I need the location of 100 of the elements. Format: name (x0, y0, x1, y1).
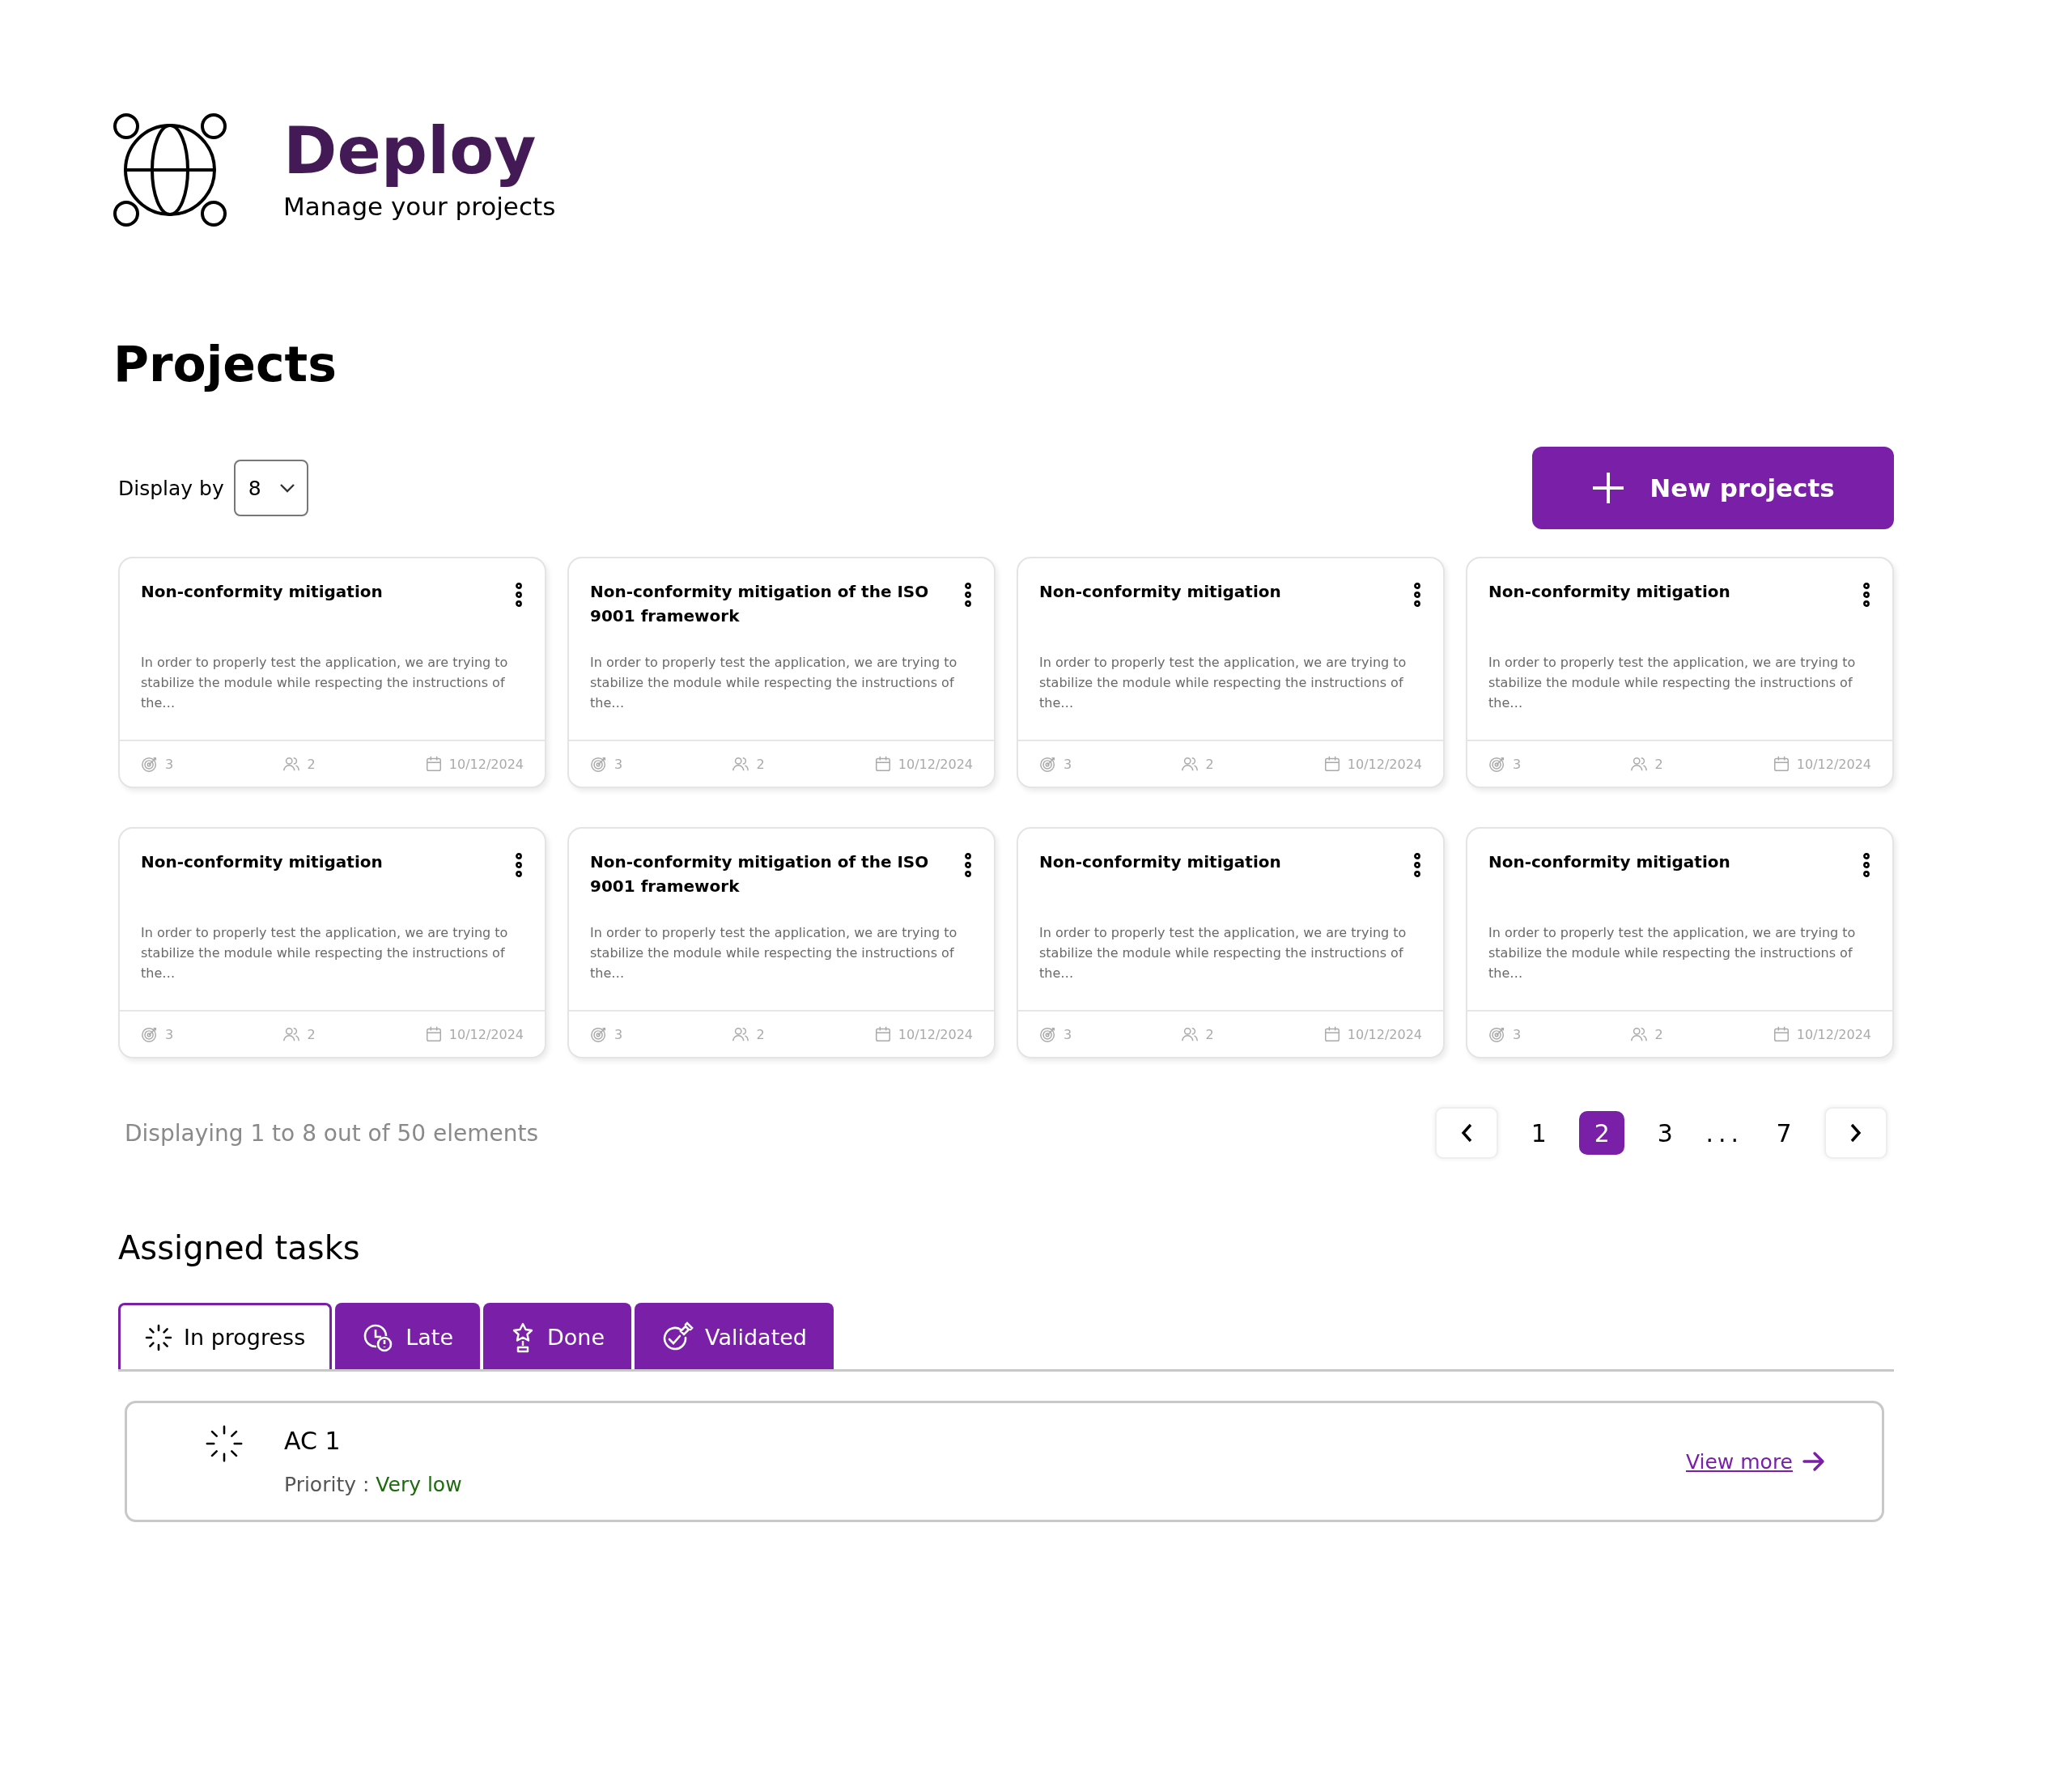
task-name: AC 1 (284, 1427, 342, 1455)
pagination-summary: Displaying 1 to 8 out of 50 elements (125, 1119, 539, 1147)
status-tab[interactable]: Validated (635, 1303, 834, 1369)
members-count: 2 (307, 756, 316, 772)
card-description: In order to properly test the application, we are trying to stabilize the module while respecting the instructions of the… (1038, 654, 1408, 712)
target-icon (141, 755, 159, 773)
project-card[interactable]: Non-conformity mitigation In order to properly test the application, we are trying to stabilize the module while respecting the instructions of the… 3 2 10/12/2024 (1017, 557, 1445, 788)
card-description: In order to properly test the application, we are trying to stabilize the module while respecting the instructions of the… (140, 654, 509, 712)
card-title: Non-conformity mitigation (141, 851, 383, 873)
card-title: Non-conformity mitigation (1039, 581, 1281, 603)
calendar-icon (1323, 755, 1341, 773)
users-icon (282, 1025, 301, 1043)
project-card[interactable]: Non-conformity mitigation In order to properly test the application, we are trying to stabilize the module while respecting the instructions of the… 3 2 10/12/2024 (118, 827, 546, 1058)
card-date: 10/12/2024 (448, 756, 524, 772)
card-date: 10/12/2024 (1796, 1026, 1871, 1042)
project-card[interactable]: Non-conformity mitigation In order to properly test the application, we are trying to stabilize the module while respecting the instructions of the… 3 2 10/12/2024 (118, 557, 546, 788)
objectives-count: 3 (1513, 756, 1522, 772)
more-options-icon[interactable] (963, 853, 973, 877)
display-by-label: Display by (118, 476, 224, 500)
calendar-icon (1772, 1025, 1790, 1043)
arrow-right-icon (1802, 1451, 1825, 1472)
page-number[interactable]: 1 (1516, 1111, 1562, 1155)
page-number[interactable]: 2 (1579, 1111, 1625, 1155)
calendar-icon (1323, 1025, 1341, 1043)
page-number[interactable]: 7 (1761, 1111, 1807, 1155)
project-card[interactable]: Non-conformity mitigation of the ISO 9001 framework In order to properly test the application, we are trying to stabilize the module while respecting the instructions of the… 3 2 10/12/2024 (567, 557, 996, 788)
globe-logo-icon (113, 113, 227, 227)
card-title: Non-conformity mitigation (1488, 581, 1730, 603)
project-card[interactable]: Non-conformity mitigation In order to properly test the application, we are trying to stabilize the module while respecting the instructions of the… 3 2 10/12/2024 (1466, 827, 1894, 1058)
next-page-button[interactable] (1824, 1107, 1887, 1159)
card-title: Non-conformity mitigation (1039, 851, 1281, 873)
card-description: In order to properly test the application, we are trying to stabilize the module while respecting the instructions of the… (1488, 924, 1857, 982)
users-icon (1181, 1025, 1199, 1043)
members-count: 2 (756, 1026, 765, 1042)
project-card[interactable]: Non-conformity mitigation of the ISO 9001 framework In order to properly test the application, we are trying to stabilize the module while respecting the instructions of the… 3 2 10/12/2024 (567, 827, 996, 1058)
users-icon (732, 755, 750, 773)
calendar-icon (424, 1025, 443, 1043)
chevron-right-icon (1850, 1123, 1862, 1143)
project-card[interactable]: Non-conformity mitigation In order to properly test the application, we are trying to stabilize the module while respecting the instructions of the… 3 2 10/12/2024 (1466, 557, 1894, 788)
spinner-icon (145, 1323, 172, 1351)
members-count: 2 (756, 756, 765, 772)
page-number[interactable]: 3 (1642, 1111, 1688, 1155)
objectives-count: 3 (1064, 756, 1072, 772)
card-title: Non-conformity mitigation (141, 581, 383, 603)
card-title: Non-conformity mitigation of the ISO 9001 framework (590, 581, 930, 627)
pagination-ellipsis: ... (1705, 1118, 1743, 1147)
members-count: 2 (1205, 1026, 1214, 1042)
more-options-icon[interactable] (514, 583, 524, 607)
chevron-down-icon (278, 483, 295, 493)
status-tab[interactable]: In progress (118, 1303, 333, 1369)
more-options-icon[interactable] (963, 583, 973, 607)
card-date: 10/12/2024 (898, 756, 973, 772)
target-icon (141, 1025, 159, 1043)
project-card[interactable]: Non-conformity mitigation In order to properly test the application, we are trying to stabilize the module while respecting the instructions of the… 3 2 10/12/2024 (1017, 827, 1445, 1058)
card-description: In order to properly test the application, we are trying to stabilize the module while respecting the instructions of the… (1038, 924, 1408, 982)
target-icon (1488, 1025, 1506, 1043)
card-date: 10/12/2024 (1347, 756, 1422, 772)
card-date: 10/12/2024 (448, 1026, 524, 1042)
priority-label: Priority : (284, 1473, 370, 1496)
card-description: In order to properly test the application, we are trying to stabilize the module while respecting the instructions of the… (140, 924, 509, 982)
card-date: 10/12/2024 (1796, 756, 1871, 772)
card-description: In order to properly test the application, we are trying to stabilize the module while respecting the instructions of the… (589, 654, 958, 712)
objectives-count: 3 (614, 756, 623, 772)
more-options-icon[interactable] (1412, 583, 1422, 607)
view-more-link[interactable]: View more (1685, 1449, 1793, 1474)
members-count: 2 (1654, 756, 1663, 772)
calendar-icon (873, 755, 892, 773)
objectives-count: 3 (165, 756, 174, 772)
more-options-icon[interactable] (1862, 853, 1871, 877)
objectives-count: 3 (614, 1026, 623, 1042)
target-icon (1039, 1025, 1057, 1043)
target-icon (590, 1025, 608, 1043)
more-options-icon[interactable] (1412, 853, 1422, 877)
chevron-left-icon (1461, 1123, 1473, 1143)
card-description: In order to properly test the application, we are trying to stabilize the module while respecting the instructions of the… (589, 924, 958, 982)
target-icon (1039, 755, 1057, 773)
more-options-icon[interactable] (1862, 583, 1871, 607)
members-count: 2 (1654, 1026, 1663, 1042)
app-subtitle: Manage your projects (283, 192, 556, 221)
users-icon (1630, 755, 1649, 773)
card-title: Non-conformity mitigation of the ISO 9001 framework (590, 851, 930, 897)
objectives-count: 3 (1513, 1026, 1522, 1042)
status-tab[interactable]: Late (335, 1303, 480, 1369)
plus-icon (1591, 471, 1626, 505)
objectives-count: 3 (165, 1026, 174, 1042)
members-count: 2 (1205, 756, 1214, 772)
new-projects-button[interactable]: New projects (1532, 447, 1894, 529)
users-icon (282, 755, 301, 773)
calendar-icon (424, 755, 443, 773)
status-tab[interactable]: Done (483, 1303, 632, 1369)
display-count-dropdown[interactable]: 8 (233, 460, 308, 516)
members-count: 2 (307, 1026, 316, 1042)
target-icon (590, 755, 608, 773)
users-icon (1181, 755, 1199, 773)
more-options-icon[interactable] (514, 853, 524, 877)
target-icon (1488, 755, 1506, 773)
users-icon (1630, 1025, 1649, 1043)
card-date: 10/12/2024 (1347, 1026, 1422, 1042)
calendar-icon (1772, 755, 1790, 773)
priority-value: Very low (376, 1473, 462, 1496)
